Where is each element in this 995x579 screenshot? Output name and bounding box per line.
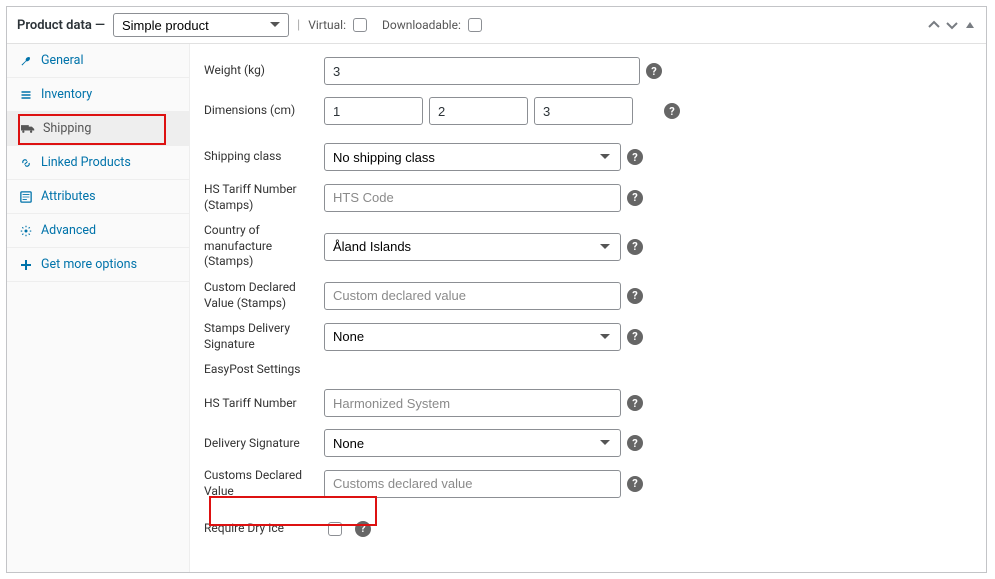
downloadable-checkbox[interactable] [468, 18, 482, 32]
width-input[interactable] [429, 97, 528, 125]
weight-label: Weight (kg) [204, 63, 324, 79]
help-icon[interactable]: ? [627, 288, 643, 304]
dry-ice-label: Require Dry Ice [204, 521, 324, 537]
plus-icon [19, 258, 33, 272]
custom-declared-stamps-label: Custom Declared Value (Stamps) [204, 280, 324, 311]
help-icon[interactable]: ? [664, 103, 680, 119]
note-icon [19, 190, 33, 204]
shipping-class-select[interactable]: No shipping class [324, 143, 621, 171]
custom-declared-stamps-input[interactable] [324, 282, 621, 310]
height-input[interactable] [534, 97, 633, 125]
help-icon[interactable]: ? [627, 435, 643, 451]
truck-icon [21, 122, 35, 136]
country-manufacture-select[interactable]: Åland Islands [324, 233, 621, 261]
shipping-settings-content: Weight (kg) ? Dimensions (cm) ? Shipping… [190, 44, 986, 572]
virtual-option[interactable]: Virtual: [308, 15, 370, 35]
tab-attributes[interactable]: Attributes [7, 180, 189, 214]
tab-shipping[interactable]: Shipping [7, 112, 189, 146]
help-icon[interactable]: ? [646, 63, 662, 79]
ep-signature-select[interactable]: None [324, 429, 621, 457]
tabs-sidebar: General Inventory Shipping Linked Produc… [7, 44, 190, 572]
product-type-select[interactable]: Simple product [113, 13, 289, 37]
help-icon[interactable]: ? [627, 476, 643, 492]
panel-toggle-icon[interactable] [964, 19, 976, 31]
list-icon [19, 88, 33, 102]
tab-advanced[interactable]: Advanced [7, 214, 189, 248]
wrench-icon [19, 54, 33, 68]
ep-declared-input[interactable] [324, 470, 621, 498]
ep-hts-input[interactable] [324, 389, 621, 417]
tab-general[interactable]: General [7, 44, 189, 78]
stamps-signature-select[interactable]: None [324, 323, 621, 351]
shipping-class-label: Shipping class [204, 149, 324, 165]
panel-move-down-icon[interactable] [946, 19, 958, 31]
weight-input[interactable] [324, 57, 640, 85]
hts-stamps-label: HS Tariff Number (Stamps) [204, 182, 324, 213]
stamps-signature-label: Stamps Delivery Signature [204, 321, 324, 352]
help-icon[interactable]: ? [627, 395, 643, 411]
tab-get-more-options[interactable]: Get more options [7, 248, 189, 282]
help-icon[interactable]: ? [355, 521, 371, 537]
ep-hts-label: HS Tariff Number [204, 396, 324, 412]
gear-icon [19, 224, 33, 238]
dry-ice-checkbox[interactable] [328, 522, 342, 536]
help-icon[interactable]: ? [627, 190, 643, 206]
link-icon [19, 156, 33, 170]
ep-signature-label: Delivery Signature [204, 436, 324, 452]
tab-linked-products[interactable]: Linked Products [7, 146, 189, 180]
ep-declared-label: Customs Declared Value [204, 468, 324, 499]
length-input[interactable] [324, 97, 423, 125]
help-icon[interactable]: ? [627, 239, 643, 255]
virtual-checkbox[interactable] [353, 18, 367, 32]
help-icon[interactable]: ? [627, 329, 643, 345]
panel-title: Product data — [17, 18, 105, 33]
easypost-heading: EasyPost Settings [204, 362, 972, 376]
hts-stamps-input[interactable] [324, 184, 621, 212]
country-manufacture-label: Country of manufacture (Stamps) [204, 223, 324, 270]
dimensions-label: Dimensions (cm) [204, 103, 324, 119]
help-icon[interactable]: ? [627, 149, 643, 165]
separator: | [297, 18, 300, 33]
panel-move-up-icon[interactable] [928, 19, 940, 31]
tab-inventory[interactable]: Inventory [7, 78, 189, 112]
panel-header: Product data — Simple product | Virtual:… [7, 7, 986, 44]
downloadable-option[interactable]: Downloadable: [382, 15, 485, 35]
product-data-panel: Product data — Simple product | Virtual:… [6, 6, 987, 573]
